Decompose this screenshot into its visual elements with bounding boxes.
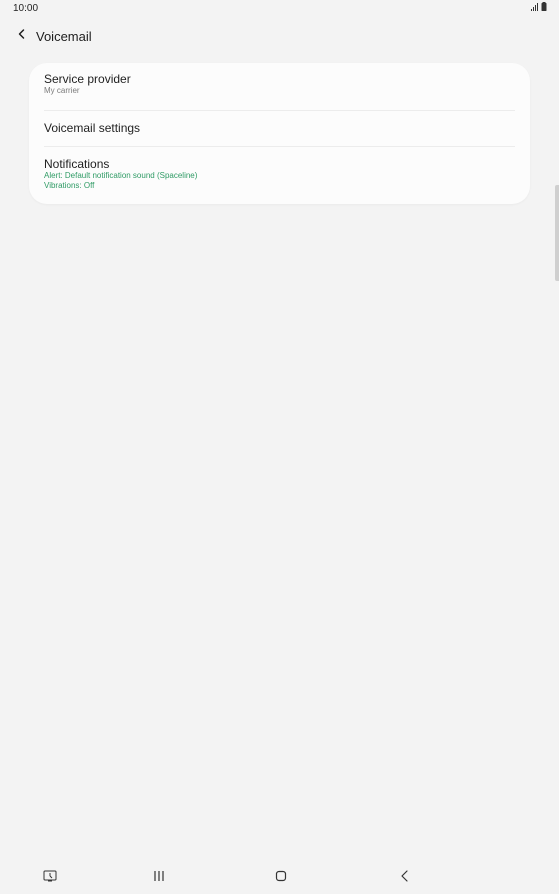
recents-icon	[152, 869, 166, 887]
home-button[interactable]	[272, 869, 290, 887]
screenshot-button[interactable]	[41, 869, 59, 887]
divider	[44, 146, 515, 147]
service-provider-item[interactable]: Service provider My carrier	[29, 72, 530, 96]
voicemail-settings-title: Voicemail settings	[44, 121, 141, 135]
status-bar: 10:00	[0, 0, 559, 16]
service-provider-title: Service provider	[44, 72, 131, 86]
chevron-left-icon	[16, 27, 28, 45]
screenshot-icon	[42, 869, 58, 888]
battery-icon	[541, 2, 547, 14]
divider	[44, 110, 515, 111]
notifications-alert: Alert: Default notification sound (Space…	[44, 171, 198, 180]
back-icon	[398, 869, 412, 888]
notifications-title: Notifications	[44, 157, 110, 171]
status-time: 10:00	[13, 2, 39, 14]
status-icons	[531, 2, 547, 14]
home-icon	[274, 869, 288, 888]
recents-button[interactable]	[150, 869, 168, 887]
back-button[interactable]	[396, 869, 414, 887]
page-title: Voicemail	[36, 28, 92, 44]
voicemail-card: Service provider My carrier Voicemail se…	[29, 63, 530, 204]
app-header: Voicemail	[12, 24, 547, 48]
notifications-vibrations: Vibrations: Off	[44, 181, 95, 190]
notifications-item[interactable]: Notifications Alert: Default notificatio…	[29, 157, 530, 191]
scroll-indicator[interactable]	[555, 185, 559, 281]
service-provider-subtitle: My carrier	[44, 86, 80, 95]
signal-icon	[531, 2, 539, 14]
voicemail-settings-item[interactable]: Voicemail settings	[29, 121, 530, 135]
navigation-bar	[0, 862, 559, 894]
back-button[interactable]	[12, 26, 32, 46]
